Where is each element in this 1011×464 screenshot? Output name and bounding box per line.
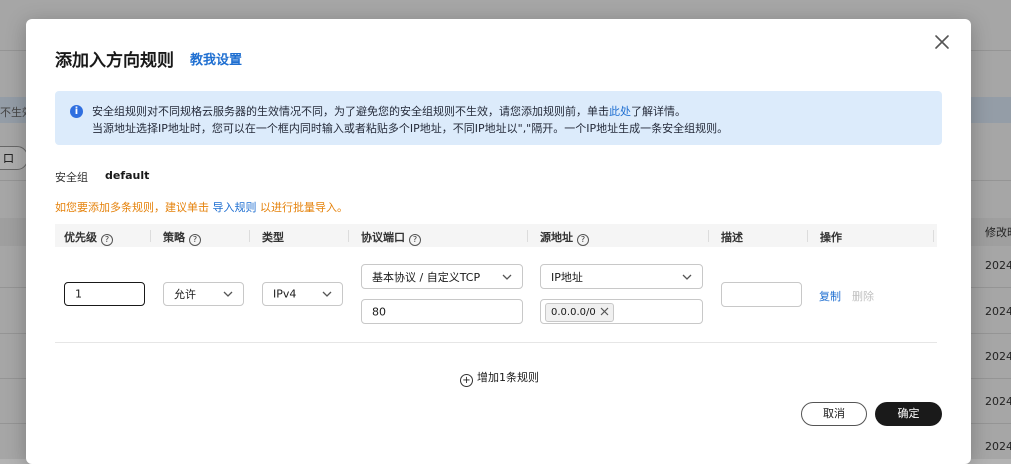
column-separator bbox=[807, 230, 808, 242]
notice-text: 了解详情。 bbox=[631, 105, 686, 118]
column-separator bbox=[348, 230, 349, 242]
type-select[interactable]: IPv4 bbox=[262, 282, 343, 306]
confirm-button[interactable]: 确定 bbox=[875, 402, 942, 426]
chevron-down-icon bbox=[322, 291, 332, 297]
help-icon[interactable]: ? bbox=[409, 234, 421, 246]
rules-table-header: 优先级? 策略? 类型 协议端口? 源地址? 描述 操作 bbox=[55, 224, 937, 247]
column-separator bbox=[150, 230, 151, 242]
notice-text: 安全组规则对不同规格云服务器的生效情况不同，为了避免您的安全组规则不生效，请您添… bbox=[92, 105, 609, 118]
priority-input[interactable]: 1 bbox=[64, 282, 145, 306]
help-icon[interactable]: ? bbox=[577, 234, 589, 246]
help-icon[interactable]: ? bbox=[101, 234, 113, 246]
column-separator bbox=[249, 230, 250, 242]
notice-details-link[interactable]: 此处 bbox=[609, 105, 631, 118]
port-value: 80 bbox=[372, 305, 386, 318]
policy-select[interactable]: 允许 bbox=[163, 282, 244, 306]
header-priority: 优先级? bbox=[64, 229, 113, 246]
cancel-button[interactable]: 取消 bbox=[801, 402, 867, 426]
priority-value: 1 bbox=[75, 287, 82, 301]
chevron-down-icon bbox=[682, 274, 692, 280]
add-rule-label: 增加1条规则 bbox=[477, 371, 539, 384]
notice-banner: i 安全组规则对不同规格云服务器的生效情况不同，为了避免您的安全组规则不生效，请… bbox=[55, 91, 942, 145]
header-policy: 策略? bbox=[163, 229, 201, 246]
delete-rule-link[interactable]: 删除 bbox=[852, 288, 874, 304]
tutorial-link[interactable]: 教我设置 bbox=[190, 49, 242, 68]
hint-text: 以进行批量导入。 bbox=[256, 201, 348, 214]
info-icon: i bbox=[70, 105, 83, 118]
notice-line-2: 当源地址选择IP地址时，您可以在一个框内同时输入或者粘贴多个IP地址，不同IP地… bbox=[92, 122, 729, 135]
source-ip-tag: 0.0.0.0/0 bbox=[545, 303, 614, 322]
notice-line-1: 安全组规则对不同规格云服务器的生效情况不同，为了避免您的安全组规则不生效，请您添… bbox=[92, 103, 686, 119]
port-input[interactable]: 80 bbox=[361, 299, 523, 324]
clear-tag-icon[interactable] bbox=[600, 307, 609, 316]
header-label: 协议端口 bbox=[361, 231, 405, 244]
header-label: 优先级 bbox=[64, 231, 97, 244]
import-rules-link[interactable]: 导入规则 bbox=[213, 201, 257, 214]
bulk-import-hint: 如您要添加多条规则，建议单击 导入规则 以进行批量导入。 bbox=[55, 199, 348, 215]
header-label: 源地址 bbox=[540, 231, 573, 244]
help-icon[interactable]: ? bbox=[189, 234, 201, 246]
row-divider bbox=[55, 342, 937, 343]
type-value: IPv4 bbox=[273, 287, 297, 301]
header-description: 描述 bbox=[721, 231, 743, 244]
security-group-value: default bbox=[105, 169, 150, 182]
dialog-title: 添加入方向规则 bbox=[55, 51, 174, 71]
chevron-down-icon bbox=[502, 274, 512, 280]
protocol-value: 基本协议 / 自定义TCP bbox=[372, 270, 481, 284]
add-rule-button[interactable]: + 增加1条规则 bbox=[460, 369, 539, 387]
plus-circle-icon: + bbox=[460, 374, 473, 387]
column-separator bbox=[708, 230, 709, 242]
hint-text: 如您要添加多条规则，建议单击 bbox=[55, 201, 213, 214]
column-separator bbox=[933, 230, 934, 242]
column-separator bbox=[527, 230, 528, 242]
header-type: 类型 bbox=[262, 231, 284, 244]
description-input[interactable] bbox=[721, 282, 802, 307]
copy-rule-link[interactable]: 复制 bbox=[819, 288, 841, 304]
chevron-down-icon bbox=[223, 291, 233, 297]
header-action: 操作 bbox=[820, 231, 842, 244]
header-label: 策略 bbox=[163, 231, 185, 244]
header-source: 源地址? bbox=[540, 229, 589, 246]
source-type-select[interactable]: IP地址 bbox=[540, 264, 703, 289]
protocol-select[interactable]: 基本协议 / 自定义TCP bbox=[361, 264, 523, 289]
security-group-label: 安全组 bbox=[55, 171, 88, 184]
add-inbound-rule-dialog: 添加入方向规则 教我设置 i 安全组规则对不同规格云服务器的生效情况不同，为了避… bbox=[26, 19, 971, 464]
policy-value: 允许 bbox=[174, 288, 196, 301]
header-protocol-port: 协议端口? bbox=[361, 229, 421, 246]
source-ip-input[interactable]: 0.0.0.0/0 bbox=[540, 299, 703, 324]
source-ip-value: 0.0.0.0/0 bbox=[551, 307, 596, 318]
source-type-value: IP地址 bbox=[551, 270, 583, 284]
close-icon[interactable] bbox=[931, 31, 953, 53]
